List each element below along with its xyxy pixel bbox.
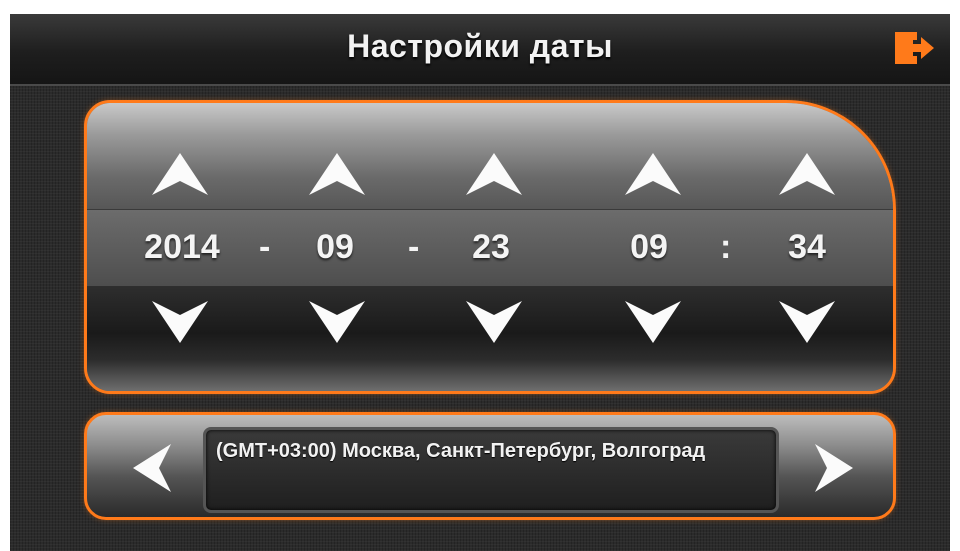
hour-down-button[interactable] (621, 297, 685, 347)
timezone-value: (GMT+03:00) Москва, Санкт-Петербург, Вол… (216, 440, 706, 462)
page-title: Настройки даты (347, 28, 613, 64)
minute-down-button[interactable] (775, 297, 839, 347)
hour-up-button[interactable] (621, 149, 685, 199)
date-time-panel: 2014 - 09 - 23 09 : 34 (84, 100, 896, 394)
down-arrow-icon (466, 301, 522, 343)
year-up-button[interactable] (148, 149, 212, 199)
year-down-button[interactable] (148, 297, 212, 347)
date-settings-screen: Настройки даты 2014 - 09 - 23 09: 34 (G… (10, 14, 950, 551)
day-down-button[interactable] (462, 297, 526, 347)
time-separator: : (720, 228, 732, 266)
hour-value: 09 (630, 228, 668, 266)
up-arrow-icon (309, 153, 365, 195)
timezone-panel: (GMT+03:00) Москва, Санкт-Петербург, Вол… (84, 412, 896, 520)
minute-up-button[interactable] (775, 149, 839, 199)
minute-value: 34 (788, 228, 826, 266)
exit-icon (895, 32, 934, 64)
date-separator: - (259, 228, 271, 266)
date-separator: - (408, 228, 420, 266)
right-arrow-icon (815, 444, 853, 492)
timezone-field[interactable]: (GMT+03:00) Москва, Санкт-Петербург, Вол… (203, 427, 779, 513)
title-bar: Настройки даты (10, 14, 950, 86)
day-up-button[interactable] (462, 149, 526, 199)
down-arrow-icon (309, 301, 365, 343)
exit-button[interactable] (891, 28, 937, 68)
up-arrow-icon (625, 153, 681, 195)
left-arrow-icon (133, 444, 171, 492)
up-arrow-icon (466, 153, 522, 195)
day-value: 23 (472, 228, 510, 266)
down-arrow-icon (779, 301, 835, 343)
up-arrow-icon (779, 153, 835, 195)
month-down-button[interactable] (305, 297, 369, 347)
down-arrow-icon (625, 301, 681, 343)
month-value: 09 (316, 228, 354, 266)
year-value: 2014 (144, 228, 220, 266)
up-arrow-icon (152, 153, 208, 195)
month-up-button[interactable] (305, 149, 369, 199)
timezone-prev-button[interactable] (127, 440, 177, 496)
down-arrow-icon (152, 301, 208, 343)
timezone-next-button[interactable] (809, 440, 859, 496)
